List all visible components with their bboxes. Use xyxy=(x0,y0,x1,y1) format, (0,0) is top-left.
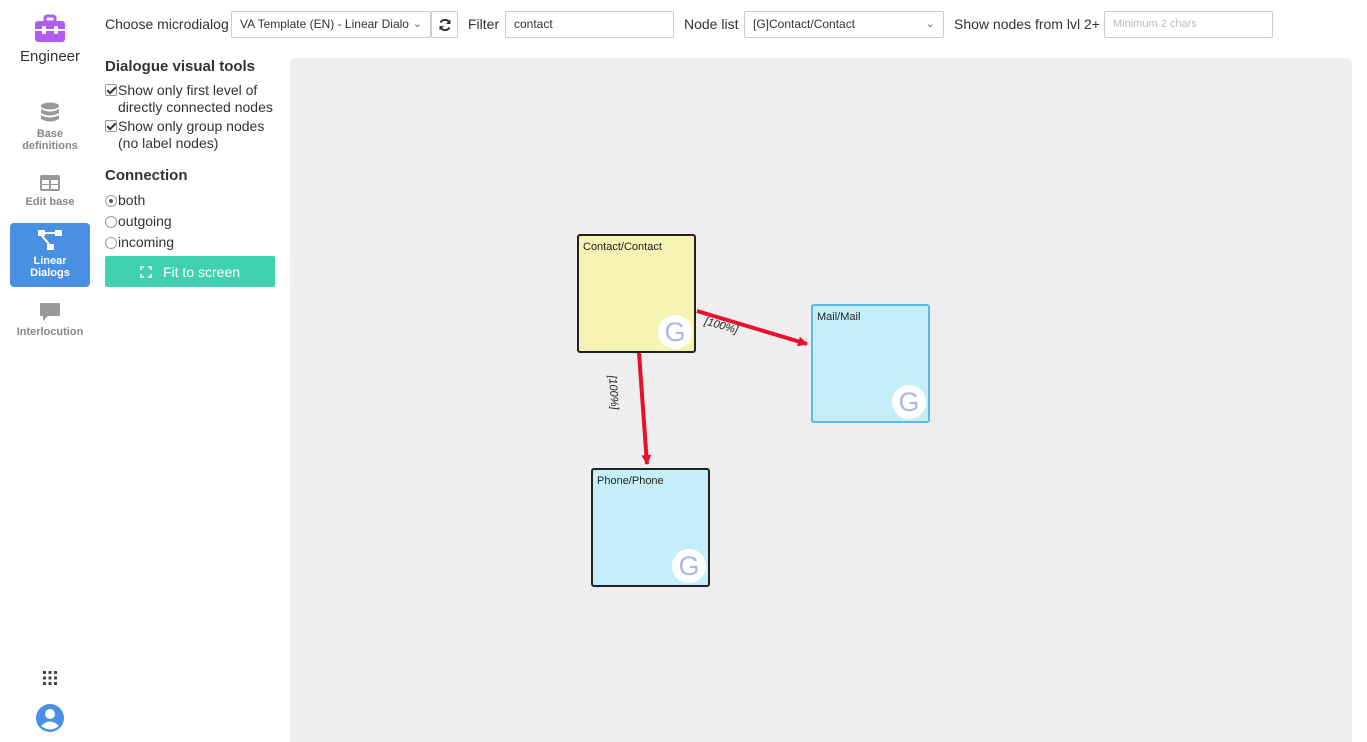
radio-outgoing-dot[interactable] xyxy=(105,215,117,228)
radio-both-dot[interactable] xyxy=(105,194,117,207)
radio-incoming-dot[interactable] xyxy=(105,236,117,249)
node-label: Contact/Contact xyxy=(583,241,662,253)
chevron-down-icon: ⌄ xyxy=(412,18,422,30)
radio-incoming-label: incoming xyxy=(118,234,175,250)
sidebar-item-label: Edit base xyxy=(25,196,75,208)
fit-to-screen-button[interactable]: Fit to screen xyxy=(105,256,275,287)
sidebar-item-base-definitions[interactable]: Base definitions xyxy=(10,100,90,156)
node-list-label: Node list xyxy=(684,16,739,32)
microdialog-label: Choose microdialog xyxy=(105,16,229,32)
table-icon xyxy=(40,175,60,191)
dialog-graph-canvas[interactable]: [100%] [100%] Contact/Contact G Mail/Mai… xyxy=(290,58,1352,742)
node-label: Phone/Phone xyxy=(597,475,664,487)
sidebar-item-linear-dialogs[interactable]: Linear Dialogs xyxy=(10,223,90,287)
filter-value: contact xyxy=(514,17,553,31)
group-badge-icon: G xyxy=(892,385,926,419)
filter-label: Filter xyxy=(468,16,500,32)
flow-icon xyxy=(38,230,62,250)
app-sidebar: Engineer Base definitions Edit base Line… xyxy=(0,0,100,742)
node-label: Mail/Mail xyxy=(817,311,861,323)
edge-label-contact-phone: [100%] xyxy=(606,375,621,411)
brand-label: Engineer xyxy=(19,48,81,65)
toolbox-icon xyxy=(35,14,65,42)
top-toolbar: Choose microdialog VA Template (EN) - Li… xyxy=(100,0,1367,48)
database-icon xyxy=(41,102,59,122)
microdialog-select[interactable]: VA Template (EN) - Linear Dialo ⌄ xyxy=(231,11,431,38)
sidebar-item-edit-base[interactable]: Edit base xyxy=(10,172,90,212)
sidebar-item-label: Base xyxy=(36,128,64,140)
fit-to-screen-label: Fit to screen xyxy=(162,263,241,280)
filter-input[interactable]: contact xyxy=(505,11,674,38)
radio-both[interactable]: both xyxy=(105,190,280,211)
first-level-checkbox-row[interactable]: Show only first level of directly connec… xyxy=(105,82,280,116)
visual-tools-heading: Dialogue visual tools xyxy=(105,58,256,75)
brand[interactable]: Engineer xyxy=(0,14,100,65)
show-nodes-placeholder: Minimum 2 chars xyxy=(1113,18,1197,30)
sidebar-item-label: Linear xyxy=(33,255,67,267)
group-nodes-checkbox[interactable] xyxy=(105,120,117,132)
group-nodes-checkbox-row[interactable]: Show only group nodes (no label nodes) xyxy=(105,118,280,152)
edge-contact-phone[interactable] xyxy=(637,352,652,465)
sidebar-item-label: Interlocution xyxy=(16,326,84,338)
expand-icon xyxy=(140,265,152,278)
visual-tools-panel: Dialogue visual tools Show only first le… xyxy=(105,58,280,287)
apps-grid-icon[interactable] xyxy=(42,670,58,686)
show-nodes-label: Show nodes from lvl 2+ xyxy=(954,16,1100,32)
refresh-icon xyxy=(439,18,451,32)
group-badge-icon: G xyxy=(658,315,692,349)
group-nodes-checkbox-label: Show only group nodes (no label nodes) xyxy=(118,118,265,151)
sidebar-item-label: Dialogs xyxy=(30,267,70,279)
sidebar-item-interlocution[interactable]: Interlocution xyxy=(10,300,90,340)
microdialog-value: VA Template (EN) - Linear Dialo xyxy=(240,17,409,31)
radio-outgoing[interactable]: outgoing xyxy=(105,211,280,232)
first-level-checkbox-label: Show only first level of directly connec… xyxy=(118,82,273,115)
radio-both-label: both xyxy=(118,192,146,208)
node-list-value: [G]Contact/Contact xyxy=(753,17,856,31)
group-badge-icon: G xyxy=(672,549,706,583)
radio-outgoing-label: outgoing xyxy=(118,213,172,229)
refresh-button[interactable] xyxy=(431,11,458,38)
first-level-checkbox[interactable] xyxy=(105,84,117,96)
chevron-down-icon: ⌄ xyxy=(925,18,935,30)
radio-incoming[interactable]: incoming xyxy=(105,232,280,253)
show-nodes-input[interactable]: Minimum 2 chars xyxy=(1104,11,1273,38)
user-avatar-icon[interactable] xyxy=(35,703,65,733)
node-list-select[interactable]: [G]Contact/Contact ⌄ xyxy=(744,11,944,38)
sidebar-item-label: definitions xyxy=(22,140,78,152)
chat-icon xyxy=(40,303,60,321)
graph-node-mail[interactable]: Mail/Mail G xyxy=(811,304,930,423)
graph-node-phone[interactable]: Phone/Phone G xyxy=(591,468,710,587)
connection-heading: Connection xyxy=(105,167,188,184)
graph-node-contact[interactable]: Contact/Contact G xyxy=(577,234,696,353)
